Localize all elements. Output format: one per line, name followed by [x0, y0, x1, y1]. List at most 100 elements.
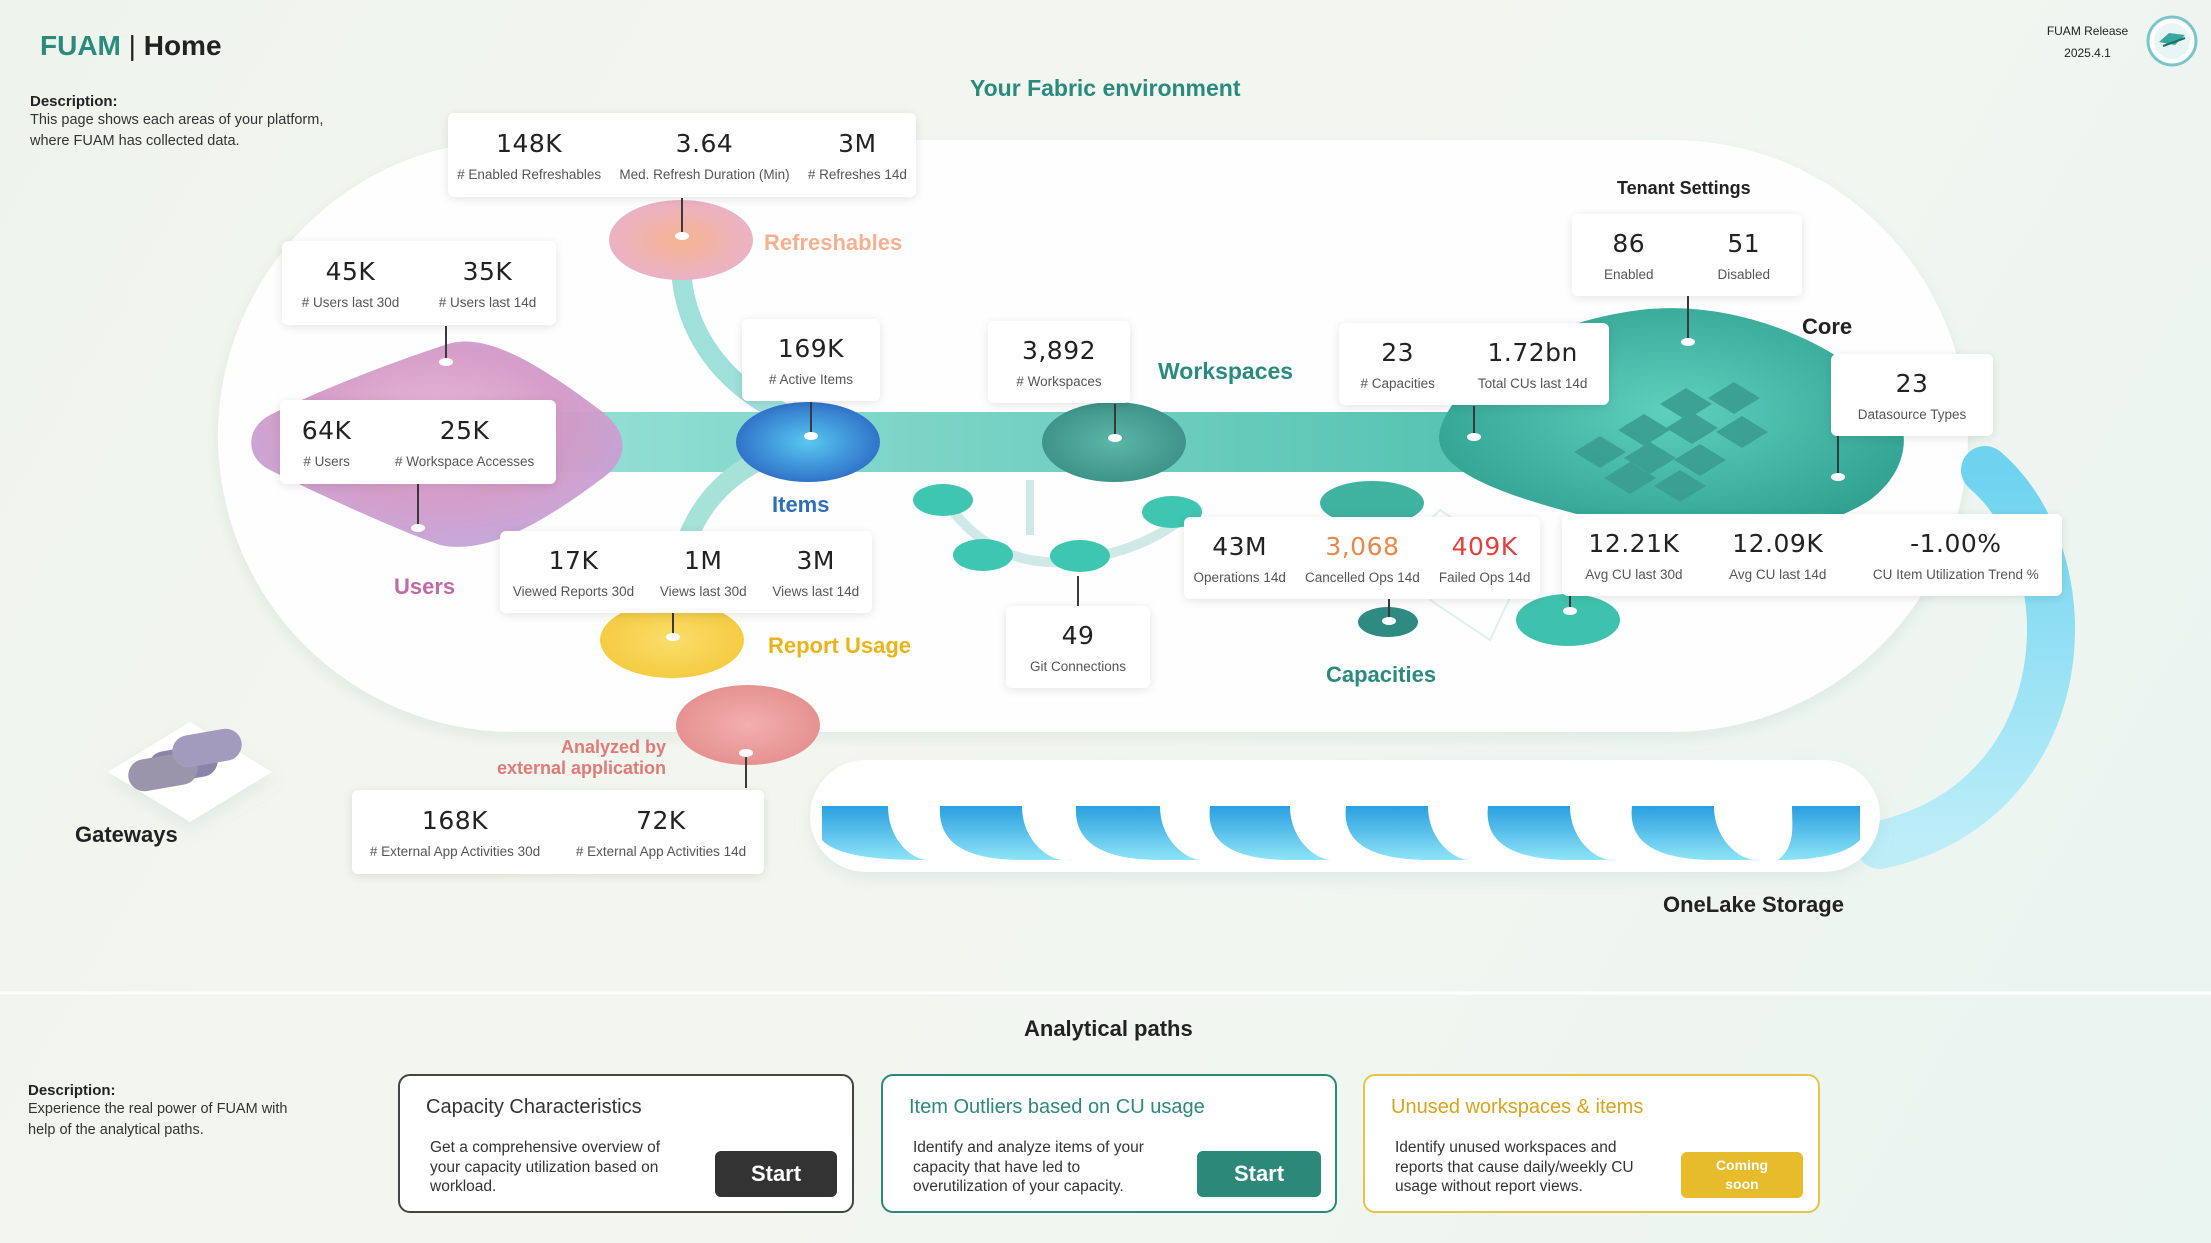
top-description: Description: This page shows each areas … — [30, 93, 360, 152]
metric-label: Git Connections — [1029, 658, 1127, 674]
metric-label: # External App Activities 30d — [369, 843, 541, 859]
release-label: FUAM Release — [2046, 24, 2129, 38]
metric-label: Cancelled Ops 14d — [1304, 569, 1420, 585]
top-description-heading: Description: — [30, 93, 118, 110]
metric-external-30d: 168K # External App Activities 30d — [364, 806, 546, 859]
title-separator: | — [128, 30, 136, 61]
release-info: FUAM Release 2025.4.1 — [2030, 20, 2145, 64]
gateways-label: Gateways — [75, 822, 178, 847]
metric-label: # Users last 14d — [438, 294, 537, 310]
metric-value: 3,892 — [1021, 335, 1097, 365]
metric-capacities: 23 # Capacities — [1355, 338, 1441, 391]
metric-value: 3M — [796, 545, 835, 575]
coming-soon-button[interactable]: Coming soon — [1681, 1152, 1803, 1198]
users-recent-card: 45K # Users last 30d 35K # Users last 14d — [282, 241, 556, 325]
metric-label: Operations 14d — [1193, 569, 1286, 585]
metric-label: # External App Activities 14d — [575, 843, 747, 859]
metric-value: 51 — [1727, 228, 1761, 258]
metric-value: 12.21K — [1588, 528, 1680, 558]
metric-refreshes-14d: 3M # Refreshes 14d — [802, 129, 913, 182]
metric-enabled-refreshables: 148K # Enabled Refreshables — [451, 129, 607, 182]
metric-cancelled-ops: 3,068 Cancelled Ops 14d — [1299, 532, 1426, 585]
capacities-label: Capacities — [1326, 662, 1437, 687]
metric-value: 3.64 — [675, 128, 734, 158]
path-card-title: Item Outliers based on CU usage — [909, 1096, 1205, 1118]
analytical-description: Description: Experience the real power o… — [28, 1082, 288, 1141]
metric-datasource-types: 23 Datasource Types — [1852, 369, 1973, 422]
workspaces-card: 3,892 # Workspaces — [988, 321, 1130, 403]
metric-users-14d: 35K # Users last 14d — [433, 257, 543, 310]
path-card-text: Identify unused workspaces and reports t… — [1395, 1139, 1634, 1195]
operations-card: 43M Operations 14d 3,068 Cancelled Ops 14d… — [1184, 517, 1540, 599]
metric-label: # Users last 30d — [301, 294, 400, 310]
report-usage-label: Report Usage — [768, 633, 912, 658]
items-label: Items — [772, 492, 830, 517]
metric-users: 64K # Users — [296, 416, 358, 469]
report-usage-card: 17K Viewed Reports 30d 1M Views last 30d 3… — [500, 531, 872, 613]
path-card-title: Capacity Characteristics — [426, 1096, 642, 1118]
metric-views-30d: 1M Views last 30d — [654, 546, 753, 599]
metric-label: # Users — [303, 453, 350, 469]
metric-value: 169K — [777, 333, 845, 363]
metric-value: 3,068 — [1325, 531, 1400, 561]
top-description-text: This page shows each areas of your platf… — [30, 112, 324, 149]
metric-label: Views last 14d — [772, 583, 860, 599]
metric-views-14d: 3M Views last 14d — [766, 546, 865, 599]
path-card-text: Get a comprehensive overview of your cap… — [430, 1139, 661, 1195]
cu-usage-card: 12.21K Avg CU last 30d 12.09K Avg CU last … — [1562, 514, 2062, 596]
tenant-settings-card: 86 Enabled 51 Disabled — [1572, 214, 1802, 296]
brand-name: FUAM — [40, 30, 121, 61]
core-label: Core — [1802, 314, 1853, 339]
metric-git-connections: 49 Git Connections — [1024, 621, 1132, 674]
metric-value: 23 — [1895, 368, 1929, 398]
metric-value: 25K — [439, 415, 490, 445]
metric-label: Avg CU last 14d — [1729, 566, 1827, 582]
metric-operations: 43M Operations 14d — [1188, 532, 1292, 585]
start-button[interactable]: Start — [1197, 1151, 1321, 1197]
metric-viewed-reports: 17K Viewed Reports 30d — [507, 546, 640, 599]
users-label: Users — [394, 574, 456, 599]
metric-value: 35K — [462, 256, 513, 286]
metric-failed-ops: 409K Failed Ops 14d — [1433, 532, 1537, 585]
fuam-logo-icon[interactable] — [2145, 14, 2199, 68]
analyzed-label-line1: Analyzed by — [560, 737, 666, 757]
metric-workspaces: 3,892 # Workspaces — [1010, 336, 1107, 389]
metric-label: Viewed Reports 30d — [512, 583, 635, 599]
metric-value: 45K — [325, 256, 376, 286]
metric-value: 1M — [684, 545, 723, 575]
start-button[interactable]: Start — [715, 1151, 837, 1197]
metric-users-30d: 45K # Users last 30d — [296, 257, 406, 310]
analyzed-label: Analyzed by external application — [480, 737, 666, 779]
items-card: 169K # Active Items — [742, 319, 880, 401]
metric-value: 168K — [421, 805, 489, 835]
metric-cu-trend: -1.00% CU Item Utilization Trend % — [1867, 529, 2045, 582]
metric-label: Datasource Types — [1857, 406, 1967, 422]
metric-label: Failed Ops 14d — [1438, 569, 1531, 585]
metric-label: Total CUs last 14d — [1477, 375, 1588, 391]
metric-label: # Enabled Refreshables — [457, 166, 602, 182]
page-name: Home — [143, 30, 222, 61]
metric-label: # Workspace Accesses — [394, 453, 535, 469]
capacities-summary-card: 23 # Capacities 1.72bn Total CUs last 14d — [1339, 323, 1609, 405]
metric-label: # Workspaces — [1016, 373, 1102, 389]
path-card-item-outliers[interactable]: Item Outliers based on CU usage Identify… — [881, 1074, 1337, 1213]
metric-label: # Refreshes 14d — [807, 166, 907, 182]
path-card-capacity-characteristics[interactable]: Capacity Characteristics Get a comprehen… — [398, 1074, 854, 1213]
metric-value: 72K — [636, 805, 686, 835]
metric-value: 17K — [548, 545, 599, 575]
metric-label: # Capacities — [1360, 375, 1435, 391]
metric-value: 3M — [838, 128, 877, 158]
metric-label: Disabled — [1717, 266, 1770, 282]
metric-label: Avg CU last 30d — [1585, 566, 1683, 582]
analytical-paths-title: Analytical paths — [1024, 1016, 1193, 1041]
refreshables-label: Refreshables — [764, 230, 903, 255]
metric-avg-cu-14d: 12.09K Avg CU last 14d — [1723, 529, 1832, 582]
analyzed-label-line2: external application — [496, 758, 666, 778]
release-version: 2025.4.1 — [2064, 46, 2111, 60]
gateway-icon — [108, 722, 272, 822]
metric-label: CU Item Utilization Trend % — [1872, 566, 2039, 582]
path-card-unused-workspaces[interactable]: Unused workspaces & items Identify unuse… — [1363, 1074, 1820, 1213]
metric-value: 64K — [301, 415, 352, 445]
metric-value: 12.09K — [1732, 528, 1824, 558]
metric-tenant-disabled: 51 Disabled — [1711, 229, 1776, 282]
